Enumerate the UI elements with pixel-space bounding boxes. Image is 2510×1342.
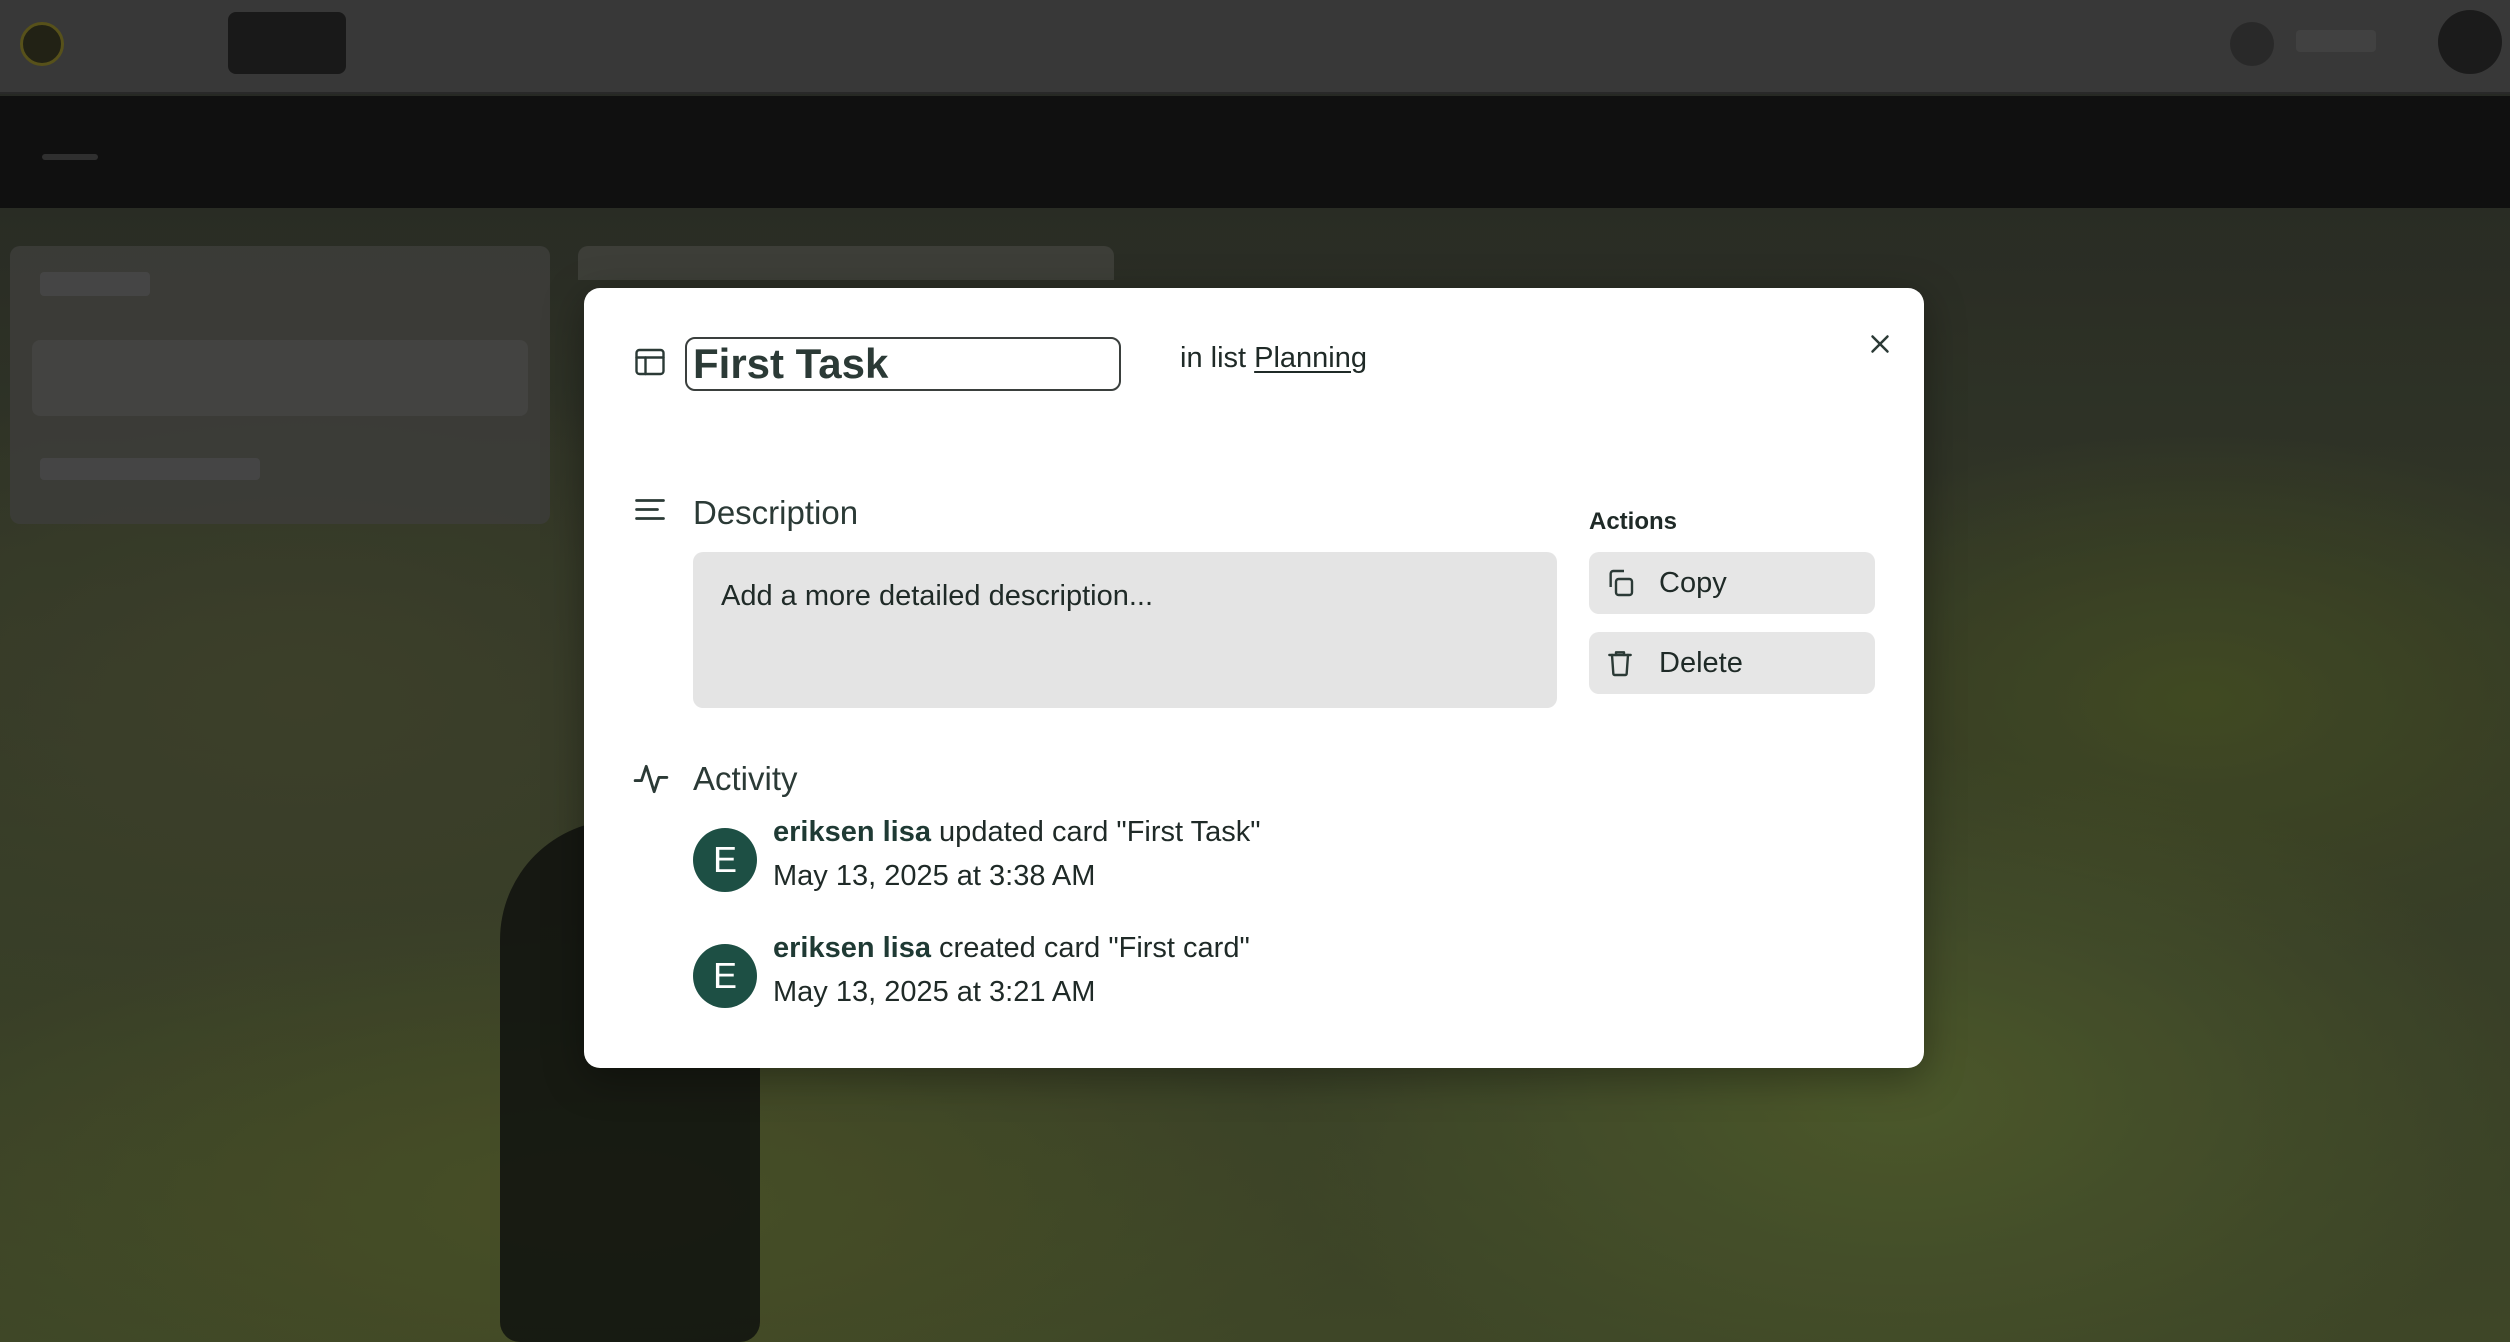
delete-button[interactable]: Delete (1589, 632, 1875, 694)
activity-text: eriksen lisa created card "First card" (773, 932, 1250, 965)
activity-user: eriksen lisa (773, 932, 931, 964)
activity-user: eriksen lisa (773, 816, 931, 848)
card-title-input[interactable] (685, 337, 1121, 391)
trash-icon (1603, 646, 1637, 680)
close-button[interactable] (1856, 322, 1904, 370)
description-lines-icon (632, 496, 668, 526)
in-list-prefix: in list (1180, 342, 1247, 374)
card-layout-icon (632, 344, 668, 380)
description-input[interactable]: Add a more detailed description... (693, 552, 1557, 708)
activity-heading: Activity (693, 760, 798, 797)
card-list-info: in list Planning (1180, 342, 1367, 375)
close-icon (1865, 329, 1895, 364)
delete-label: Delete (1659, 646, 1743, 679)
copy-button[interactable]: Copy (1589, 552, 1875, 614)
activity-timestamp: May 13, 2025 at 3:21 AM (773, 976, 1096, 1008)
activity-item: E eriksen lisa updated card "First Task"… (693, 816, 1593, 906)
description-heading: Description (693, 494, 859, 531)
copy-label: Copy (1659, 566, 1727, 599)
list-link-planning[interactable]: Planning (1254, 342, 1367, 374)
actions-heading: Actions (1589, 508, 1678, 535)
activity-action: updated card "First Task" (931, 816, 1261, 848)
activity-text: eriksen lisa updated card "First Task" (773, 816, 1261, 849)
activity-action: created card "First card" (931, 932, 1250, 964)
card-detail-modal: in list Planning Description Add a more … (584, 288, 1924, 1068)
activity-pulse-icon (632, 760, 670, 798)
activity-timestamp: May 13, 2025 at 3:38 AM (773, 860, 1096, 892)
avatar: E (693, 944, 757, 1008)
avatar: E (693, 828, 757, 892)
activity-item: E eriksen lisa created card "First card"… (693, 932, 1593, 1022)
copy-icon (1603, 566, 1637, 600)
